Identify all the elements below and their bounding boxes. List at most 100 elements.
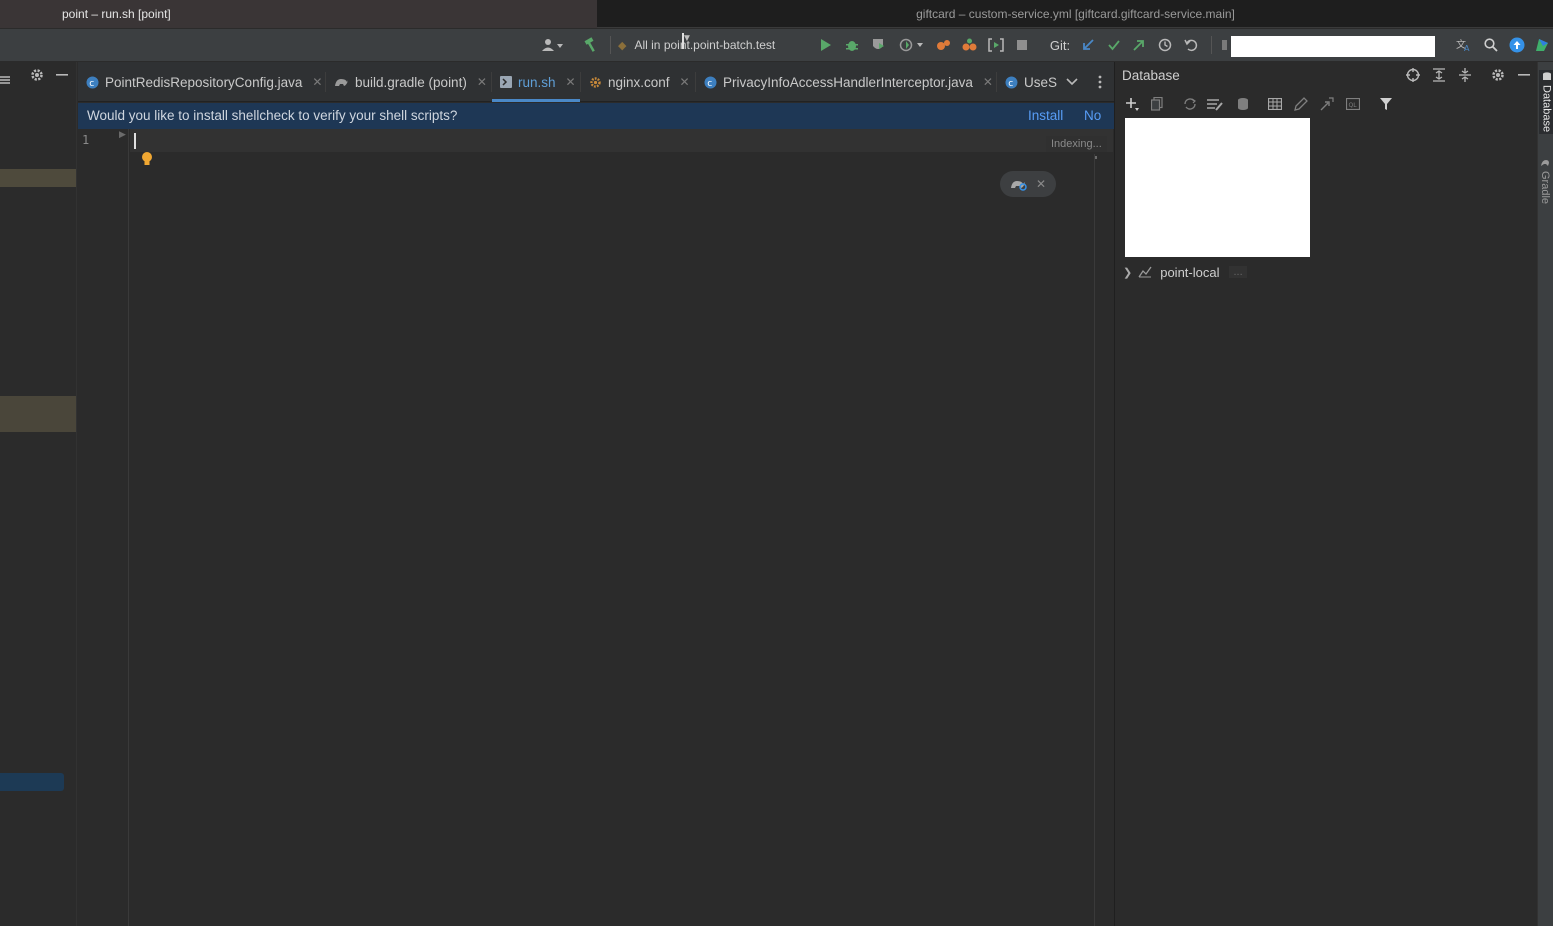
scrollbar-marker[interactable] [1095, 156, 1097, 159]
datasource-tree-item[interactable]: ❯ point-local ... [1123, 262, 1247, 282]
git-rollback-button[interactable] [1181, 29, 1201, 61]
build-button[interactable] [580, 29, 602, 61]
add-icon[interactable] [1122, 94, 1142, 114]
notification-message: Would you like to install shellcheck to … [87, 108, 458, 123]
gear-icon[interactable] [1488, 65, 1508, 85]
datasource-icon[interactable] [1233, 94, 1253, 114]
text-caret [134, 133, 136, 149]
gear-icon[interactable] [30, 68, 44, 82]
shell-script-icon [500, 76, 512, 88]
shellcheck-notification: Would you like to install shellcheck to … [78, 103, 1114, 129]
editor-tab[interactable]: c UseS [997, 62, 1059, 102]
search-everywhere-field[interactable] [1231, 36, 1435, 57]
hot-swap-button[interactable] [986, 29, 1006, 61]
editor-tab-label: UseS [1024, 74, 1058, 90]
editor-tab[interactable]: c PointRedisRepositoryConfig.java ✕ [78, 62, 325, 102]
run-config-label: All in point.point-batch.test [634, 38, 776, 52]
attach-debugger-button[interactable] [934, 29, 954, 61]
java-class-icon: c [704, 76, 717, 89]
user-icon [542, 38, 564, 52]
code-editor[interactable]: 1 ▶ Indexing... ✕ [78, 129, 1114, 926]
gradle-icon [1540, 158, 1550, 168]
datasource-list-redacted[interactable] [1125, 118, 1310, 257]
datasource-more[interactable]: ... [1229, 266, 1247, 278]
inspection-icon[interactable] [1010, 177, 1028, 191]
search-button[interactable] [1480, 29, 1502, 61]
translate-button[interactable]: 文A [1453, 29, 1475, 61]
close-icon[interactable]: ✕ [680, 75, 690, 89]
update-button[interactable] [1506, 29, 1528, 61]
project-tool-window [0, 62, 77, 926]
right-margin-guide [1094, 154, 1095, 926]
main-toolbar: ◆ All in point.point-batch.test ▼ Git: 文… [0, 29, 1553, 61]
git-push-button[interactable] [1129, 29, 1149, 61]
toolbar-separator [1211, 36, 1212, 54]
project-tree-selection[interactable] [0, 773, 64, 791]
coverage-button[interactable] [868, 29, 888, 61]
window-tab-point[interactable]: point – run.sh [point] [0, 0, 597, 28]
git-update-button[interactable] [1078, 29, 1098, 61]
close-icon[interactable]: ✕ [983, 75, 993, 89]
editor-tab[interactable]: build.gradle (point) ✕ [326, 62, 491, 102]
clock-icon [1158, 38, 1172, 52]
project-tree-highlight[interactable] [0, 396, 76, 432]
window-tab-bar: point – run.sh [point] giftcard – custom… [0, 0, 1553, 28]
minimize-icon[interactable] [56, 74, 68, 76]
svg-text:c: c [89, 79, 94, 89]
lightbulb-icon[interactable] [141, 151, 153, 167]
close-icon[interactable]: ✕ [312, 75, 322, 89]
tab-options-button[interactable] [1092, 62, 1112, 102]
project-tool-header [0, 62, 77, 98]
svg-text:A: A [1464, 44, 1470, 52]
close-icon[interactable]: ✕ [477, 75, 487, 89]
git-history-button[interactable] [1155, 29, 1175, 61]
chevron-right-icon[interactable]: ❯ [1123, 266, 1132, 279]
close-icon[interactable]: ✕ [566, 75, 576, 89]
locate-icon[interactable] [1403, 65, 1423, 85]
stop-button[interactable] [1012, 29, 1032, 61]
tab-list-dropdown[interactable] [1064, 62, 1084, 102]
gradle-stripe-label: Gradle [1539, 171, 1551, 205]
collapse-all-icon[interactable] [0, 74, 12, 86]
schema-edit-icon[interactable] [1205, 94, 1225, 114]
install-link[interactable]: Install [1028, 103, 1063, 129]
git-commit-button[interactable] [1104, 29, 1124, 61]
jump-icon[interactable] [1317, 94, 1337, 114]
expand-all-icon[interactable] [1429, 65, 1449, 85]
editor-tab[interactable]: nginx.conf ✕ [581, 62, 695, 102]
editor-tab-active[interactable]: run.sh ✕ [492, 62, 580, 102]
collapse-all-icon[interactable] [1455, 65, 1475, 85]
copy-icon[interactable] [1147, 94, 1167, 114]
database-stripe-label: Database [1540, 85, 1553, 133]
toolbar-separator [610, 36, 611, 54]
toolbox-button[interactable] [1532, 29, 1552, 61]
undo-icon [1184, 38, 1198, 52]
arrow-up-right-icon [1133, 39, 1145, 51]
debug-button[interactable] [842, 29, 862, 61]
filter-icon[interactable] [1376, 94, 1396, 114]
run-config-selector[interactable]: ◆ All in point.point-batch.test ▼ [618, 29, 808, 61]
rerun-debug-button[interactable] [960, 29, 980, 61]
dismiss-link[interactable]: No [1084, 103, 1101, 129]
profile-button[interactable] [894, 29, 930, 61]
window-tab-giftcard[interactable]: giftcard – custom-service.yml [giftcard.… [598, 0, 1553, 28]
gradle-stripe-button[interactable]: Gradle [1539, 158, 1551, 204]
close-icon[interactable]: ✕ [1036, 177, 1046, 191]
console-icon[interactable]: QL [1343, 94, 1363, 114]
project-tree-highlight[interactable] [0, 169, 76, 187]
refresh-icon[interactable] [1180, 94, 1200, 114]
database-stripe-button[interactable]: Database [1539, 70, 1553, 135]
fold-marker-icon[interactable]: ▶ [119, 129, 126, 140]
java-class-icon: c [86, 76, 99, 89]
database-header: Database [1115, 62, 1537, 89]
user-switch-button[interactable] [538, 29, 568, 61]
editor-tab[interactable]: c PrivacyInfoAccessHandlerInterceptor.ja… [696, 62, 996, 102]
bug-icon [845, 38, 859, 52]
edit-icon[interactable] [1291, 94, 1311, 114]
git-label: Git: [1049, 37, 1071, 53]
inspection-widget[interactable]: ✕ [1000, 171, 1056, 197]
run-button[interactable] [816, 29, 836, 61]
minimize-icon[interactable] [1514, 65, 1534, 85]
table-icon[interactable] [1265, 94, 1285, 114]
more-vertical-icon [1098, 75, 1102, 89]
